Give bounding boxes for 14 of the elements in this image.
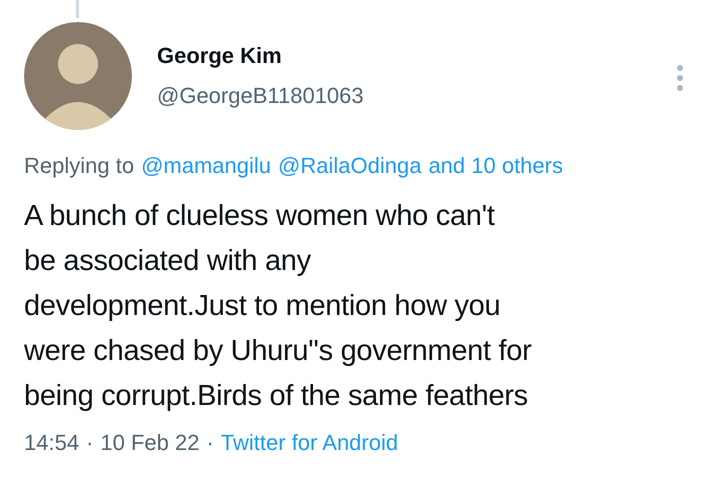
author-name[interactable]: George Kim	[157, 42, 364, 70]
separator-dot: ·	[206, 429, 214, 457]
thread-line	[76, 0, 79, 18]
tweet-time: 14:54	[24, 429, 80, 457]
tweet-date: 10 Feb 22	[100, 429, 200, 457]
separator-dot: ·	[86, 429, 94, 457]
author-handle[interactable]: @GeorgeB11801063	[157, 82, 364, 110]
tweet-text: A bunch of clueless women who can't be associated with any development.Just to mention how you were chased by Uhuru''s government for being corrupt.Birds of the same feathers	[23, 199, 532, 414]
avatar[interactable]	[24, 22, 132, 130]
replying-to-label: Replying to	[24, 152, 134, 180]
source-link[interactable]: Twitter for Android	[220, 429, 398, 457]
others-link[interactable]: and 10 others	[428, 152, 563, 180]
mention-link[interactable]: @mamangilu	[141, 152, 272, 180]
mention-link[interactable]: @RailaOdinga	[278, 152, 422, 180]
